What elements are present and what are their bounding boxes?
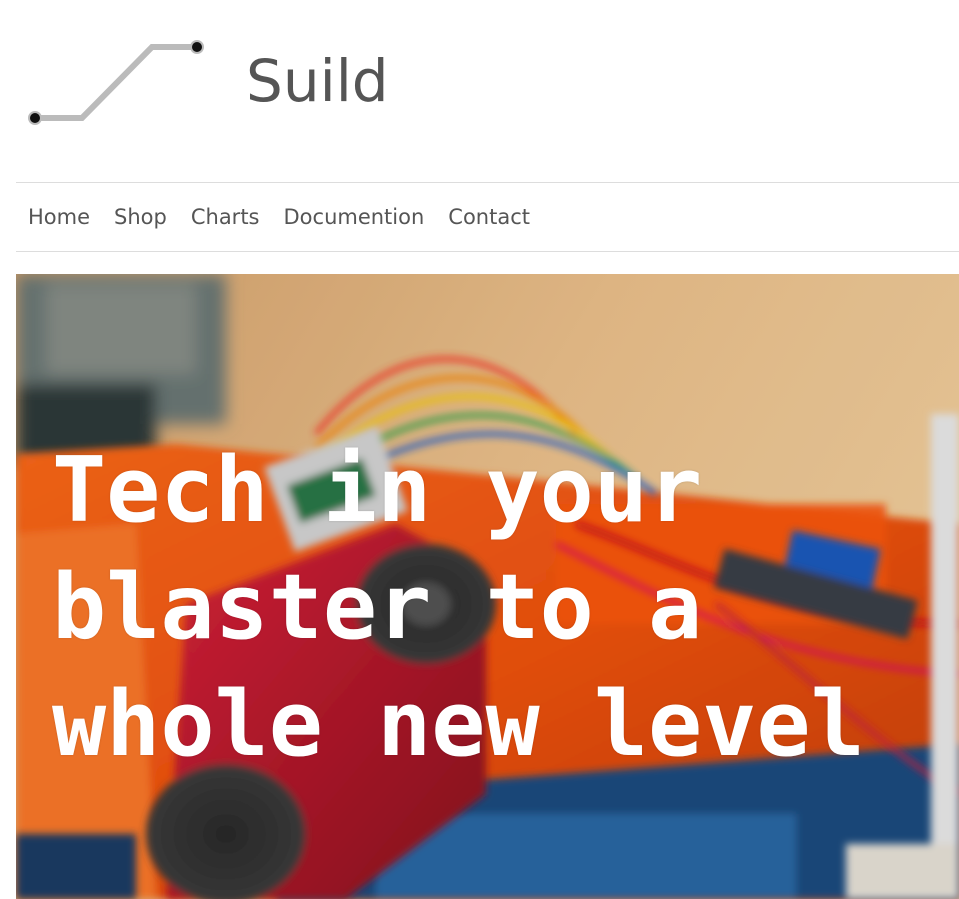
- hero-banner: Tech in your blaster to a whole new leve…: [16, 274, 959, 899]
- site-header: Suild: [0, 0, 959, 182]
- main-navigation: Home Shop Charts Documention Contact: [16, 182, 959, 252]
- nav-item-shop[interactable]: Shop: [114, 205, 167, 229]
- nav-item-documentation[interactable]: Documention: [284, 205, 425, 229]
- nav-item-home[interactable]: Home: [28, 205, 90, 229]
- nav-item-charts[interactable]: Charts: [191, 205, 260, 229]
- hero-headline: Tech in your blaster to a whole new leve…: [52, 438, 865, 777]
- site-title[interactable]: Suild: [246, 46, 389, 116]
- nav-item-contact[interactable]: Contact: [448, 205, 530, 229]
- circuit-trace-logo-icon[interactable]: [26, 36, 211, 128]
